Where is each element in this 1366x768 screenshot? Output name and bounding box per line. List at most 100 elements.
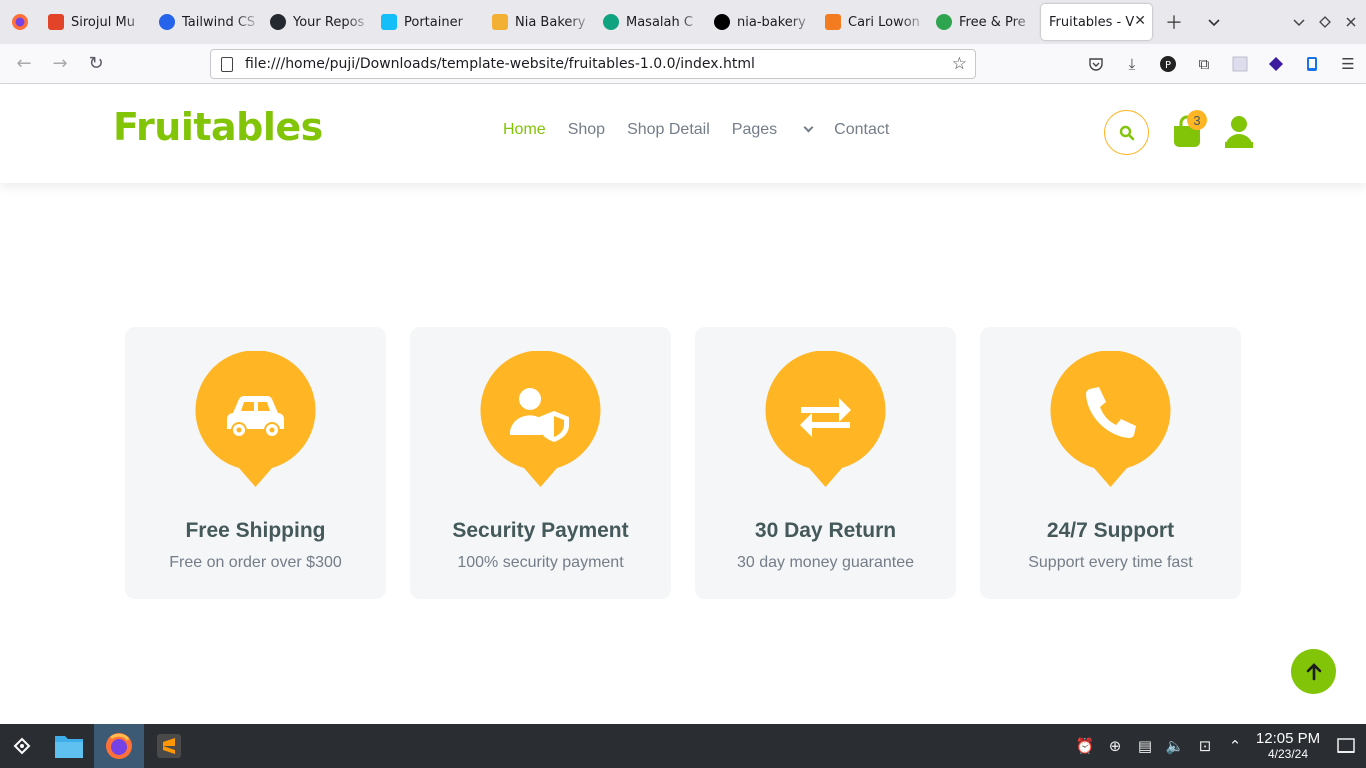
extension-p-button[interactable]: P [1150, 46, 1186, 82]
browser-tab[interactable]: Sirojul Mu [40, 0, 151, 44]
new-tab-button[interactable]: ＋ [1154, 0, 1194, 44]
arrow-up-icon [1306, 662, 1321, 680]
minimize-icon[interactable] [1292, 15, 1306, 29]
app-menu-button[interactable]: ☰ [1330, 46, 1366, 82]
firefox-view-button[interactable] [0, 0, 40, 44]
main-menu: Home Shop Shop Detail Pages Contact [503, 121, 911, 139]
tab-title: Free & Pre [959, 14, 1026, 30]
plus-icon: ＋ [1165, 13, 1183, 34]
tab-favicon [381, 14, 397, 30]
system-taskbar: ⏰ ⊕ ▤ 🔈 ⊡ ⌃ 12:05 PM 4/23/24 [0, 724, 1366, 768]
back-button[interactable]: ← [6, 46, 42, 82]
url-bar[interactable]: file:///home/puji/Downloads/template-web… [210, 49, 976, 79]
grid-extension-icon [1232, 56, 1248, 72]
pocket-button[interactable] [1078, 46, 1114, 82]
nav-pages[interactable]: Pages [732, 121, 814, 139]
desktop-icon [1337, 738, 1355, 753]
extension-grid-button[interactable] [1222, 46, 1258, 82]
nav-shop[interactable]: Shop [568, 121, 605, 139]
firefox-icon [12, 14, 28, 30]
browser-tab[interactable]: Masalah C [595, 0, 706, 44]
clock-time: 12:05 PM [1255, 730, 1321, 748]
feature-subtitle: Free on order over $300 [169, 554, 342, 571]
firefox-icon [106, 733, 132, 759]
user-icon[interactable] [1224, 115, 1254, 149]
download-icon: ⤓ [1128, 55, 1136, 73]
cart-count-badge: 3 [1187, 110, 1207, 130]
downloads-button[interactable]: ⤓ [1114, 46, 1150, 82]
list-all-tabs-button[interactable] [1194, 0, 1234, 44]
extension-device-button[interactable] [1294, 46, 1330, 82]
taskbar-file-manager[interactable] [44, 724, 94, 768]
bookmark-star-icon[interactable]: ☆ [952, 54, 967, 74]
browser-tab[interactable]: Free & Pre [928, 0, 1039, 44]
network-icon[interactable]: ⊡ [1190, 724, 1220, 768]
browser-tab[interactable]: Cari Lowon [817, 0, 928, 44]
extension-layers-button[interactable] [1258, 46, 1294, 82]
feature-title: 24/7 Support [1046, 519, 1175, 542]
taskbar-sublime-text[interactable] [144, 724, 194, 768]
arrow-right-icon: → [52, 53, 68, 74]
url-text: file:///home/puji/Downloads/template-web… [245, 56, 755, 72]
nav-contact[interactable]: Contact [834, 121, 889, 139]
forward-button[interactable]: → [42, 46, 78, 82]
feature-card: 24/7 Support Support every time fast [980, 327, 1241, 599]
sublime-text-icon [157, 734, 181, 758]
browser-tab-active[interactable]: Fruitables - V ✕ [1041, 4, 1152, 40]
tab-title: Tailwind CS [182, 14, 256, 30]
nav-shop-detail[interactable]: Shop Detail [627, 121, 710, 139]
close-tab-icon[interactable]: ✕ [1134, 13, 1146, 29]
exchange-icon [765, 351, 886, 487]
clock-date: 4/23/24 [1267, 746, 1309, 761]
search-button[interactable] [1104, 110, 1149, 155]
site-header: Fruitables Home Shop Shop Detail Pages C… [0, 85, 1366, 183]
browser-tab[interactable]: Tailwind CS [151, 0, 262, 44]
system-tray: ⏰ ⊕ ▤ 🔈 ⊡ ⌃ 12:05 PM 4/23/24 [1070, 724, 1366, 768]
tab-favicon [492, 14, 508, 30]
close-window-icon[interactable] [1344, 15, 1358, 29]
browser-tab[interactable]: Your Repos [262, 0, 373, 44]
browser-tab[interactable]: Nia Bakery [484, 0, 595, 44]
tab-title: Masalah C [626, 14, 693, 30]
taskbar-firefox[interactable] [94, 724, 144, 768]
feature-title: Security Payment [452, 519, 629, 542]
restore-icon[interactable] [1318, 15, 1332, 29]
feature-title: Free Shipping [185, 519, 326, 542]
notifications-icon[interactable]: ⏰ [1070, 724, 1100, 768]
tray-expand-icon[interactable]: ⌃ [1220, 724, 1250, 768]
feature-card: 30 Day Return 30 day money guarantee [695, 327, 956, 599]
search-icon [1119, 125, 1134, 140]
arrow-left-icon: ← [16, 53, 32, 74]
clipboard-icon[interactable]: ▤ [1130, 724, 1160, 768]
tab-title: Your Repos [293, 14, 365, 30]
user-shield-icon [480, 351, 601, 487]
page-icon [221, 56, 233, 72]
feature-card: Security Payment 100% security payment [410, 327, 671, 599]
tab-favicon [48, 14, 64, 30]
show-desktop-button[interactable] [1326, 724, 1366, 768]
clock[interactable]: 12:05 PM 4/23/24 [1250, 731, 1326, 761]
car-icon [195, 351, 316, 487]
site-logo[interactable]: Fruitables [113, 105, 323, 149]
feature-title: 30 Day Return [754, 519, 897, 542]
chevron-down-icon [1208, 19, 1220, 27]
browser-tab[interactable]: Portainer [373, 0, 484, 44]
back-to-top-button[interactable] [1291, 649, 1336, 694]
extensions-area: ⤓ P ⧉ ☰ [1078, 44, 1366, 84]
feature-subtitle: 30 day money guarantee [736, 554, 914, 571]
volume-icon[interactable]: 🔈 [1160, 724, 1190, 768]
puzzle-icon: ⧉ [1198, 55, 1210, 73]
nav-home[interactable]: Home [503, 121, 546, 139]
feature-subtitle: Support every time fast [1028, 554, 1193, 571]
tab-favicon [159, 14, 175, 30]
tab-title: nia-bakery [737, 14, 806, 30]
reload-icon: ↻ [88, 53, 104, 74]
extensions-button[interactable]: ⧉ [1186, 46, 1222, 82]
svg-text:P: P [1165, 60, 1171, 71]
browser-tab[interactable]: nia-bakery [706, 0, 817, 44]
tab-favicon [714, 14, 730, 30]
updates-icon[interactable]: ⊕ [1100, 724, 1130, 768]
p-extension-icon: P [1160, 56, 1176, 72]
app-launcher-button[interactable] [0, 724, 44, 768]
reload-button[interactable]: ↻ [78, 46, 114, 82]
